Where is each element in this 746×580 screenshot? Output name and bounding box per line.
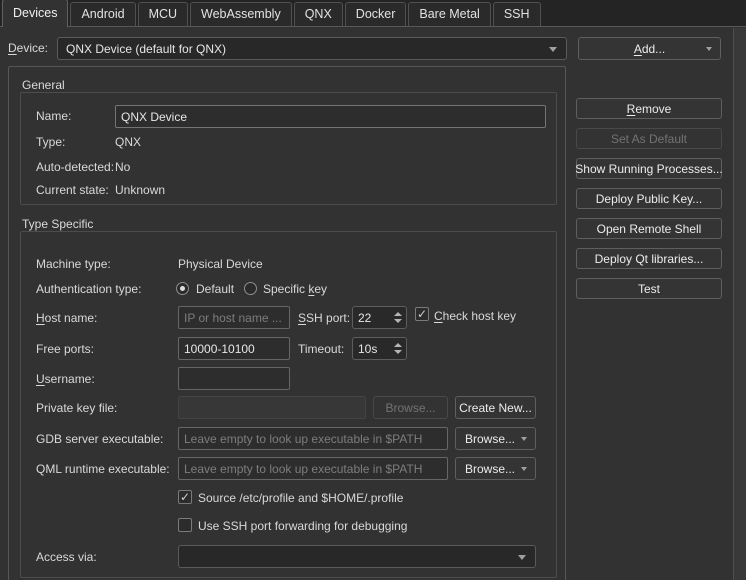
browse-menu-button-qml[interactable]: Browse... [455, 457, 536, 480]
browse-private-key-button[interactable]: Browse... [373, 396, 448, 419]
access-via-label: Access via: [36, 550, 97, 565]
tab-webassembly[interactable]: WebAssembly [190, 2, 292, 26]
tab-docker[interactable]: Docker [345, 2, 407, 26]
scrollbar-track[interactable] [734, 28, 746, 580]
timeout-label: Timeout: [298, 342, 344, 357]
ssh-port-label: SSH port: [298, 311, 350, 326]
name-field[interactable] [115, 105, 546, 128]
browse-menu-button-gdb[interactable]: Browse... [455, 427, 536, 450]
auth-default-radio-label[interactable]: Default [196, 282, 234, 297]
ssh-port-forwarding-label[interactable]: Use SSH port forwarding for debugging [198, 519, 407, 534]
username-field[interactable] [178, 367, 290, 390]
remove-button[interactable]: Remove [576, 98, 722, 119]
check-host-key-label[interactable]: Check host key [434, 309, 516, 324]
tab-devices[interactable]: Devices [2, 0, 68, 27]
auth-default-radio[interactable] [176, 282, 189, 295]
current-state-label: Current state: [36, 183, 109, 198]
spin-up-icon[interactable] [394, 343, 402, 347]
free-ports-field[interactable] [178, 337, 290, 360]
checkmark-icon: ✓ [417, 308, 428, 320]
machine-type-value: Physical Device [178, 257, 263, 272]
source-profile-checkbox[interactable]: ✓ [178, 490, 192, 504]
tab-bar: Devices Android MCU WebAssembly QNX Dock… [0, 0, 746, 27]
spin-down-icon[interactable] [394, 350, 402, 354]
username-label: Username: [36, 372, 95, 387]
open-remote-shell-button[interactable]: Open Remote Shell [576, 218, 722, 239]
tab-android[interactable]: Android [70, 2, 135, 26]
create-new-key-button[interactable]: Create New... [455, 396, 536, 419]
check-host-key-checkbox[interactable]: ✓ [415, 307, 429, 321]
ssh-port-spinbox[interactable] [352, 306, 407, 329]
show-running-processes-button[interactable]: Show Running Processes... [576, 158, 722, 179]
access-via-combobox[interactable] [178, 545, 536, 568]
tab-qnx[interactable]: QNX [294, 2, 343, 26]
add-menu-arrow-icon [706, 47, 712, 51]
radio-dot-icon [180, 286, 185, 291]
spin-up-icon[interactable] [394, 312, 402, 316]
device-settings-page: Devices Android MCU WebAssembly QNX Dock… [0, 0, 746, 580]
authentication-type-label: Authentication type: [36, 282, 141, 297]
qml-runtime-executable-label: QML runtime executable: [36, 462, 170, 477]
general-group-title: General [22, 78, 65, 92]
host-name-label: Host name: [36, 311, 97, 326]
type-specific-group-title: Type Specific [22, 217, 93, 231]
machine-type-label: Machine type: [36, 257, 111, 272]
deploy-qt-libraries-button[interactable]: Deploy Qt libraries... [576, 248, 722, 269]
dropdown-arrow-icon [549, 47, 557, 52]
timeout-spinbox[interactable] [352, 337, 407, 360]
device-combobox-value: QNX Device (default for QNX) [66, 42, 226, 56]
browse-menu-arrow-icon [521, 467, 527, 471]
private-key-file-label: Private key file: [36, 401, 117, 416]
host-name-field[interactable] [178, 306, 290, 329]
ssh-port-forwarding-checkbox[interactable]: ✓ [178, 518, 192, 532]
name-label: Name: [36, 109, 71, 124]
device-label: Device: [8, 41, 48, 56]
dropdown-arrow-icon [518, 555, 526, 560]
device-combobox[interactable]: QNX Device (default for QNX) [57, 37, 567, 60]
free-ports-label: Free ports: [36, 342, 94, 357]
set-as-default-button[interactable]: Set As Default [576, 128, 722, 149]
source-profile-label[interactable]: Source /etc/profile and $HOME/.profile [198, 491, 403, 506]
auth-specific-key-radio-label[interactable]: Specific key [263, 282, 327, 297]
spin-down-icon[interactable] [394, 319, 402, 323]
deploy-public-key-button[interactable]: Deploy Public Key... [576, 188, 722, 209]
auto-detected-value: No [115, 160, 130, 175]
tab-mcu[interactable]: MCU [138, 2, 188, 26]
auto-detected-label: Auto-detected: [36, 160, 114, 175]
private-key-file-field[interactable] [178, 396, 366, 419]
gdb-server-executable-field[interactable] [178, 427, 448, 450]
current-state-value: Unknown [115, 183, 165, 198]
auth-specific-key-radio[interactable] [244, 282, 257, 295]
gdb-server-executable-label: GDB server executable: [36, 432, 163, 447]
test-button[interactable]: Test [576, 278, 722, 299]
tab-bare-metal[interactable]: Bare Metal [408, 2, 490, 26]
qml-runtime-executable-field[interactable] [178, 457, 448, 480]
add-button[interactable]: Add... [578, 37, 721, 60]
tab-ssh[interactable]: SSH [493, 2, 541, 26]
type-label: Type: [36, 135, 65, 150]
type-value: QNX [115, 135, 141, 150]
checkmark-icon: ✓ [180, 491, 191, 503]
browse-menu-arrow-icon [521, 437, 527, 441]
